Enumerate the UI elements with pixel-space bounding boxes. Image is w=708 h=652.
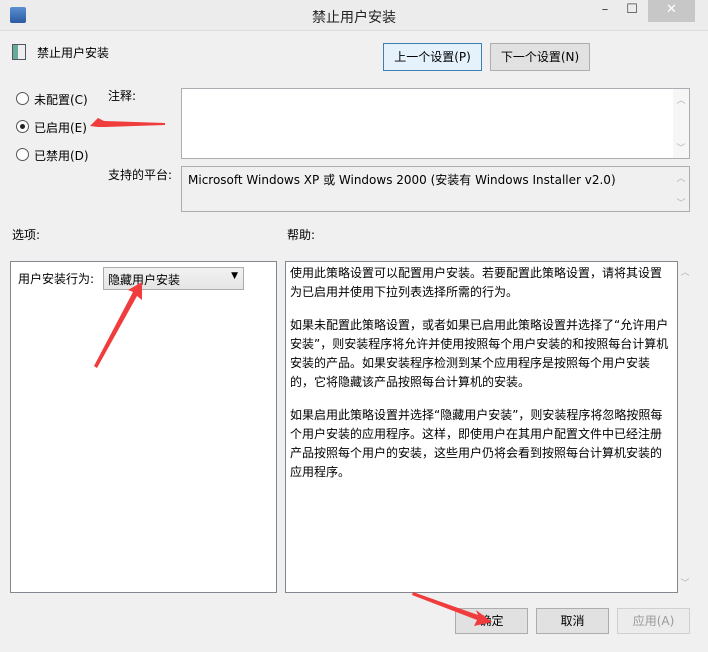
arrow-to-ok	[412, 592, 492, 626]
arrow-to-enabled	[90, 118, 165, 127]
arrow-to-dropdown	[94, 282, 142, 368]
annotation-arrows	[90, 118, 492, 626]
